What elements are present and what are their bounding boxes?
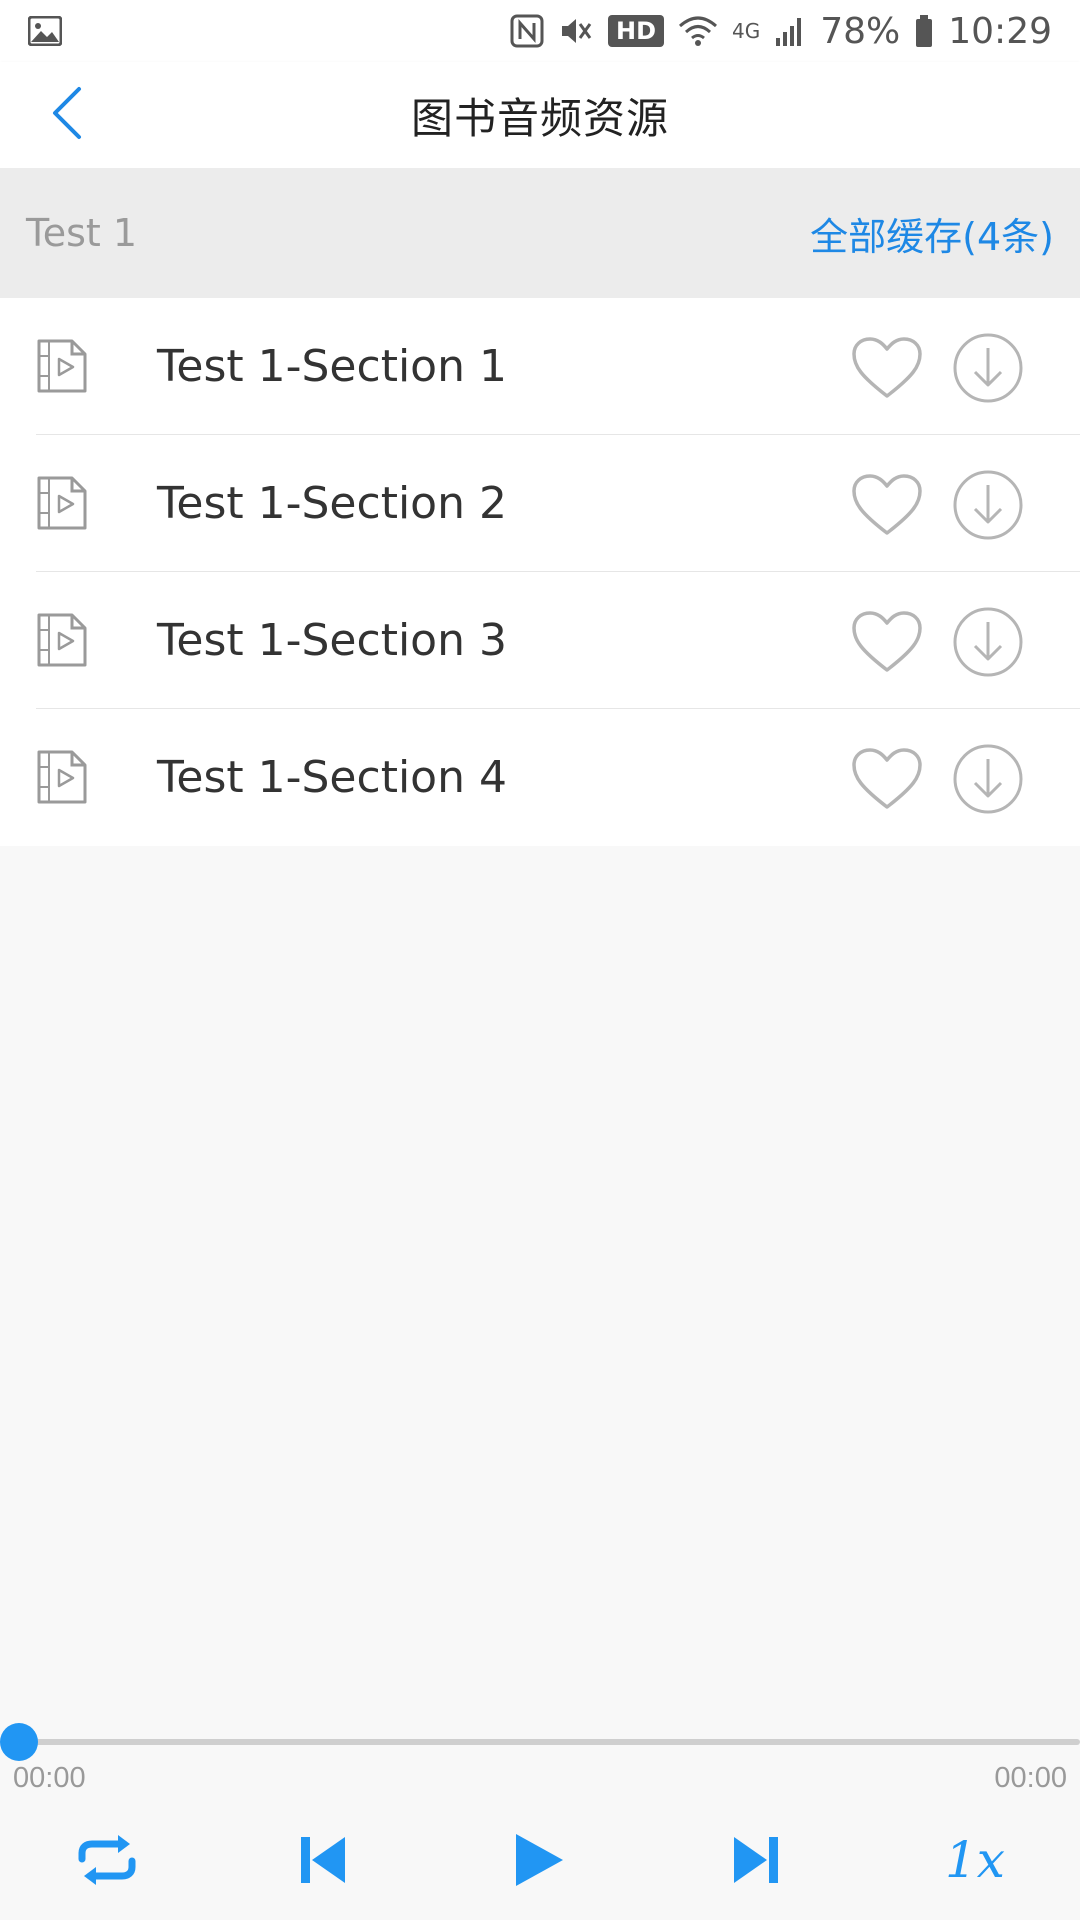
repeat-icon xyxy=(78,1835,136,1885)
heart-icon xyxy=(852,748,922,809)
progress-knob[interactable] xyxy=(0,1723,38,1761)
download-button[interactable] xyxy=(952,469,1024,541)
mute-vibrate-icon xyxy=(558,14,594,48)
download-icon xyxy=(953,470,1023,540)
total-time: 00:00 xyxy=(994,1762,1067,1794)
download-button[interactable] xyxy=(952,332,1024,404)
battery-icon xyxy=(914,14,934,48)
playback-speed-button[interactable]: 1x xyxy=(925,1810,1025,1910)
network-type: 4G xyxy=(732,18,761,43)
image-notification-icon xyxy=(28,16,62,46)
favorite-button[interactable] xyxy=(851,473,923,537)
skip-previous-icon xyxy=(301,1837,345,1883)
cache-all-button[interactable]: 全部缓存(4条) xyxy=(810,206,1054,261)
video-file-icon xyxy=(36,612,88,668)
favorite-button[interactable] xyxy=(851,747,923,811)
list-item[interactable]: Test 1-Section 3 xyxy=(0,572,1080,709)
skip-next-icon xyxy=(734,1837,778,1883)
download-icon xyxy=(953,607,1023,677)
track-title: Test 1-Section 3 xyxy=(157,615,507,666)
track-title: Test 1-Section 4 xyxy=(157,752,507,803)
screen: HD 4G 78% 10:29 图书音频资源 Test 1 全部缓存(4条) T… xyxy=(0,0,1080,1920)
player-controls: 1x xyxy=(0,1810,1080,1910)
wifi-icon xyxy=(678,14,718,48)
play-icon xyxy=(516,1834,563,1886)
list-item[interactable]: Test 1-Section 4 xyxy=(0,709,1080,846)
progress-track[interactable] xyxy=(0,1739,1080,1745)
heart-icon xyxy=(852,474,922,535)
clock: 10:29 xyxy=(948,10,1052,52)
heart-icon xyxy=(852,337,922,398)
app-header: 图书音频资源 xyxy=(0,62,1080,168)
list-item[interactable]: Test 1-Section 2 xyxy=(0,435,1080,572)
speed-label: 1x xyxy=(944,1831,1005,1889)
play-button[interactable] xyxy=(489,1810,589,1910)
current-time: 00:00 xyxy=(13,1762,86,1794)
hd-badge: HD xyxy=(607,15,664,47)
download-button[interactable] xyxy=(952,606,1024,678)
download-icon xyxy=(953,333,1023,403)
status-bar: HD 4G 78% 10:29 xyxy=(0,0,1080,62)
page-title: 图书音频资源 xyxy=(410,93,669,143)
track-title: Test 1-Section 1 xyxy=(157,341,507,392)
signal-icon xyxy=(774,14,806,48)
video-file-icon xyxy=(36,475,88,531)
battery-percent: 78% xyxy=(820,10,901,52)
nfc-icon xyxy=(510,14,544,48)
next-button[interactable] xyxy=(706,1810,806,1910)
video-file-icon xyxy=(36,338,88,394)
repeat-button[interactable] xyxy=(57,1810,157,1910)
list-item[interactable]: Test 1-Section 1 xyxy=(0,298,1080,435)
favorite-button[interactable] xyxy=(851,336,923,400)
back-button[interactable] xyxy=(36,82,96,148)
track-list: Test 1-Section 1 Test 1-Section 2 Test 1… xyxy=(0,298,1080,846)
section-name: Test 1 xyxy=(26,211,138,255)
download-button[interactable] xyxy=(952,743,1024,815)
video-file-icon xyxy=(36,749,88,805)
chevron-left-icon xyxy=(49,85,83,145)
download-icon xyxy=(953,744,1023,814)
favorite-button[interactable] xyxy=(851,610,923,674)
heart-icon xyxy=(852,611,922,672)
previous-button[interactable] xyxy=(273,1810,373,1910)
track-title: Test 1-Section 2 xyxy=(157,478,507,529)
section-header: Test 1 全部缓存(4条) xyxy=(0,168,1080,298)
